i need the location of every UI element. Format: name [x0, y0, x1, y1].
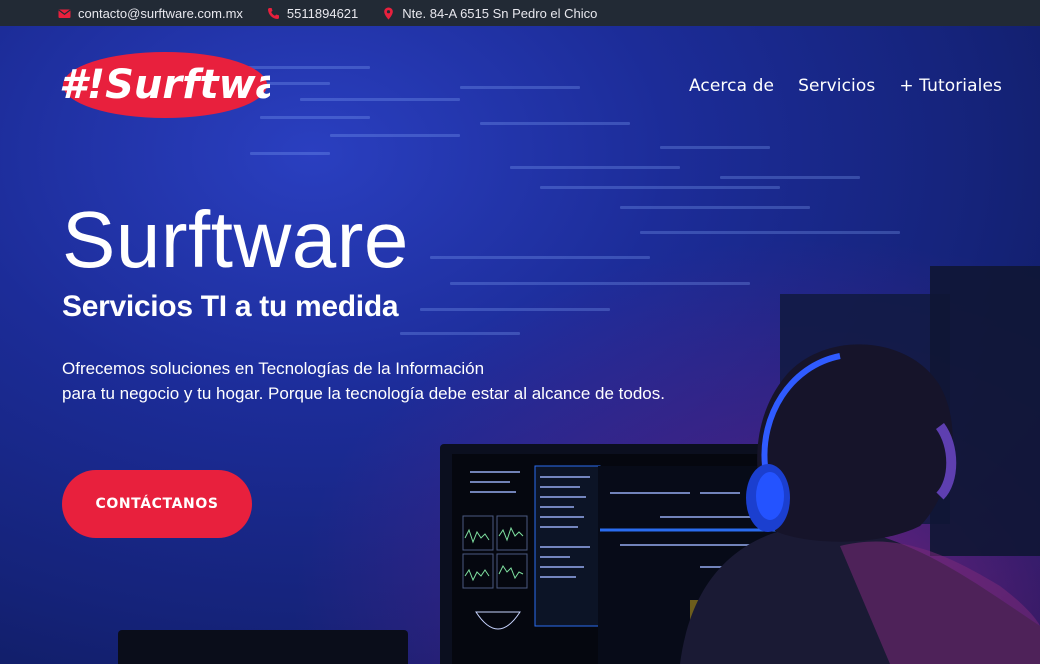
main-nav: Acerca de Servicios + Tutoriales — [689, 76, 1002, 96]
hero-description-line-1: Ofrecemos soluciones en Tecnologías de l… — [62, 359, 485, 378]
hero-illustration — [118, 266, 1040, 664]
contact-address: Nte. 84-A 6515 Sn Pedro el Chico — [382, 6, 597, 21]
hero-description-line-2: para tu negocio y tu hogar. Porque la te… — [62, 384, 665, 403]
hero-subtitle: Servicios TI a tu medida — [62, 290, 399, 323]
hero-title: Surftware — [62, 195, 409, 284]
contact-phone[interactable]: 5511894621 — [267, 6, 358, 21]
contact-email[interactable]: contacto@surftware.com.mx — [58, 6, 243, 21]
contact-address-text: Nte. 84-A 6515 Sn Pedro el Chico — [402, 5, 598, 21]
nav-item-servicios[interactable]: Servicios — [798, 76, 875, 96]
envelope-icon — [58, 7, 71, 20]
site-logo[interactable]: #!Surftware — [55, 50, 329, 120]
phone-icon — [267, 7, 280, 20]
nav-item-tutoriales[interactable]: + Tutoriales — [899, 76, 1002, 96]
contact-bar: contacto@surftware.com.mx 5511894621 Nte… — [0, 0, 1040, 26]
contact-button[interactable]: CONTÁCTANOS — [62, 470, 252, 538]
map-pin-icon — [382, 7, 395, 20]
hero-section: #!Surftware Acerca de Servicios + Tutori… — [0, 26, 1040, 664]
nav-item-acerca-de[interactable]: Acerca de — [689, 76, 774, 96]
contact-email-text: contacto@surftware.com.mx — [78, 5, 243, 21]
contact-phone-text: 5511894621 — [286, 5, 359, 21]
logo-text: #!Surftware — [59, 62, 270, 108]
hero-description: Ofrecemos soluciones en Tecnologías de l… — [62, 356, 742, 406]
